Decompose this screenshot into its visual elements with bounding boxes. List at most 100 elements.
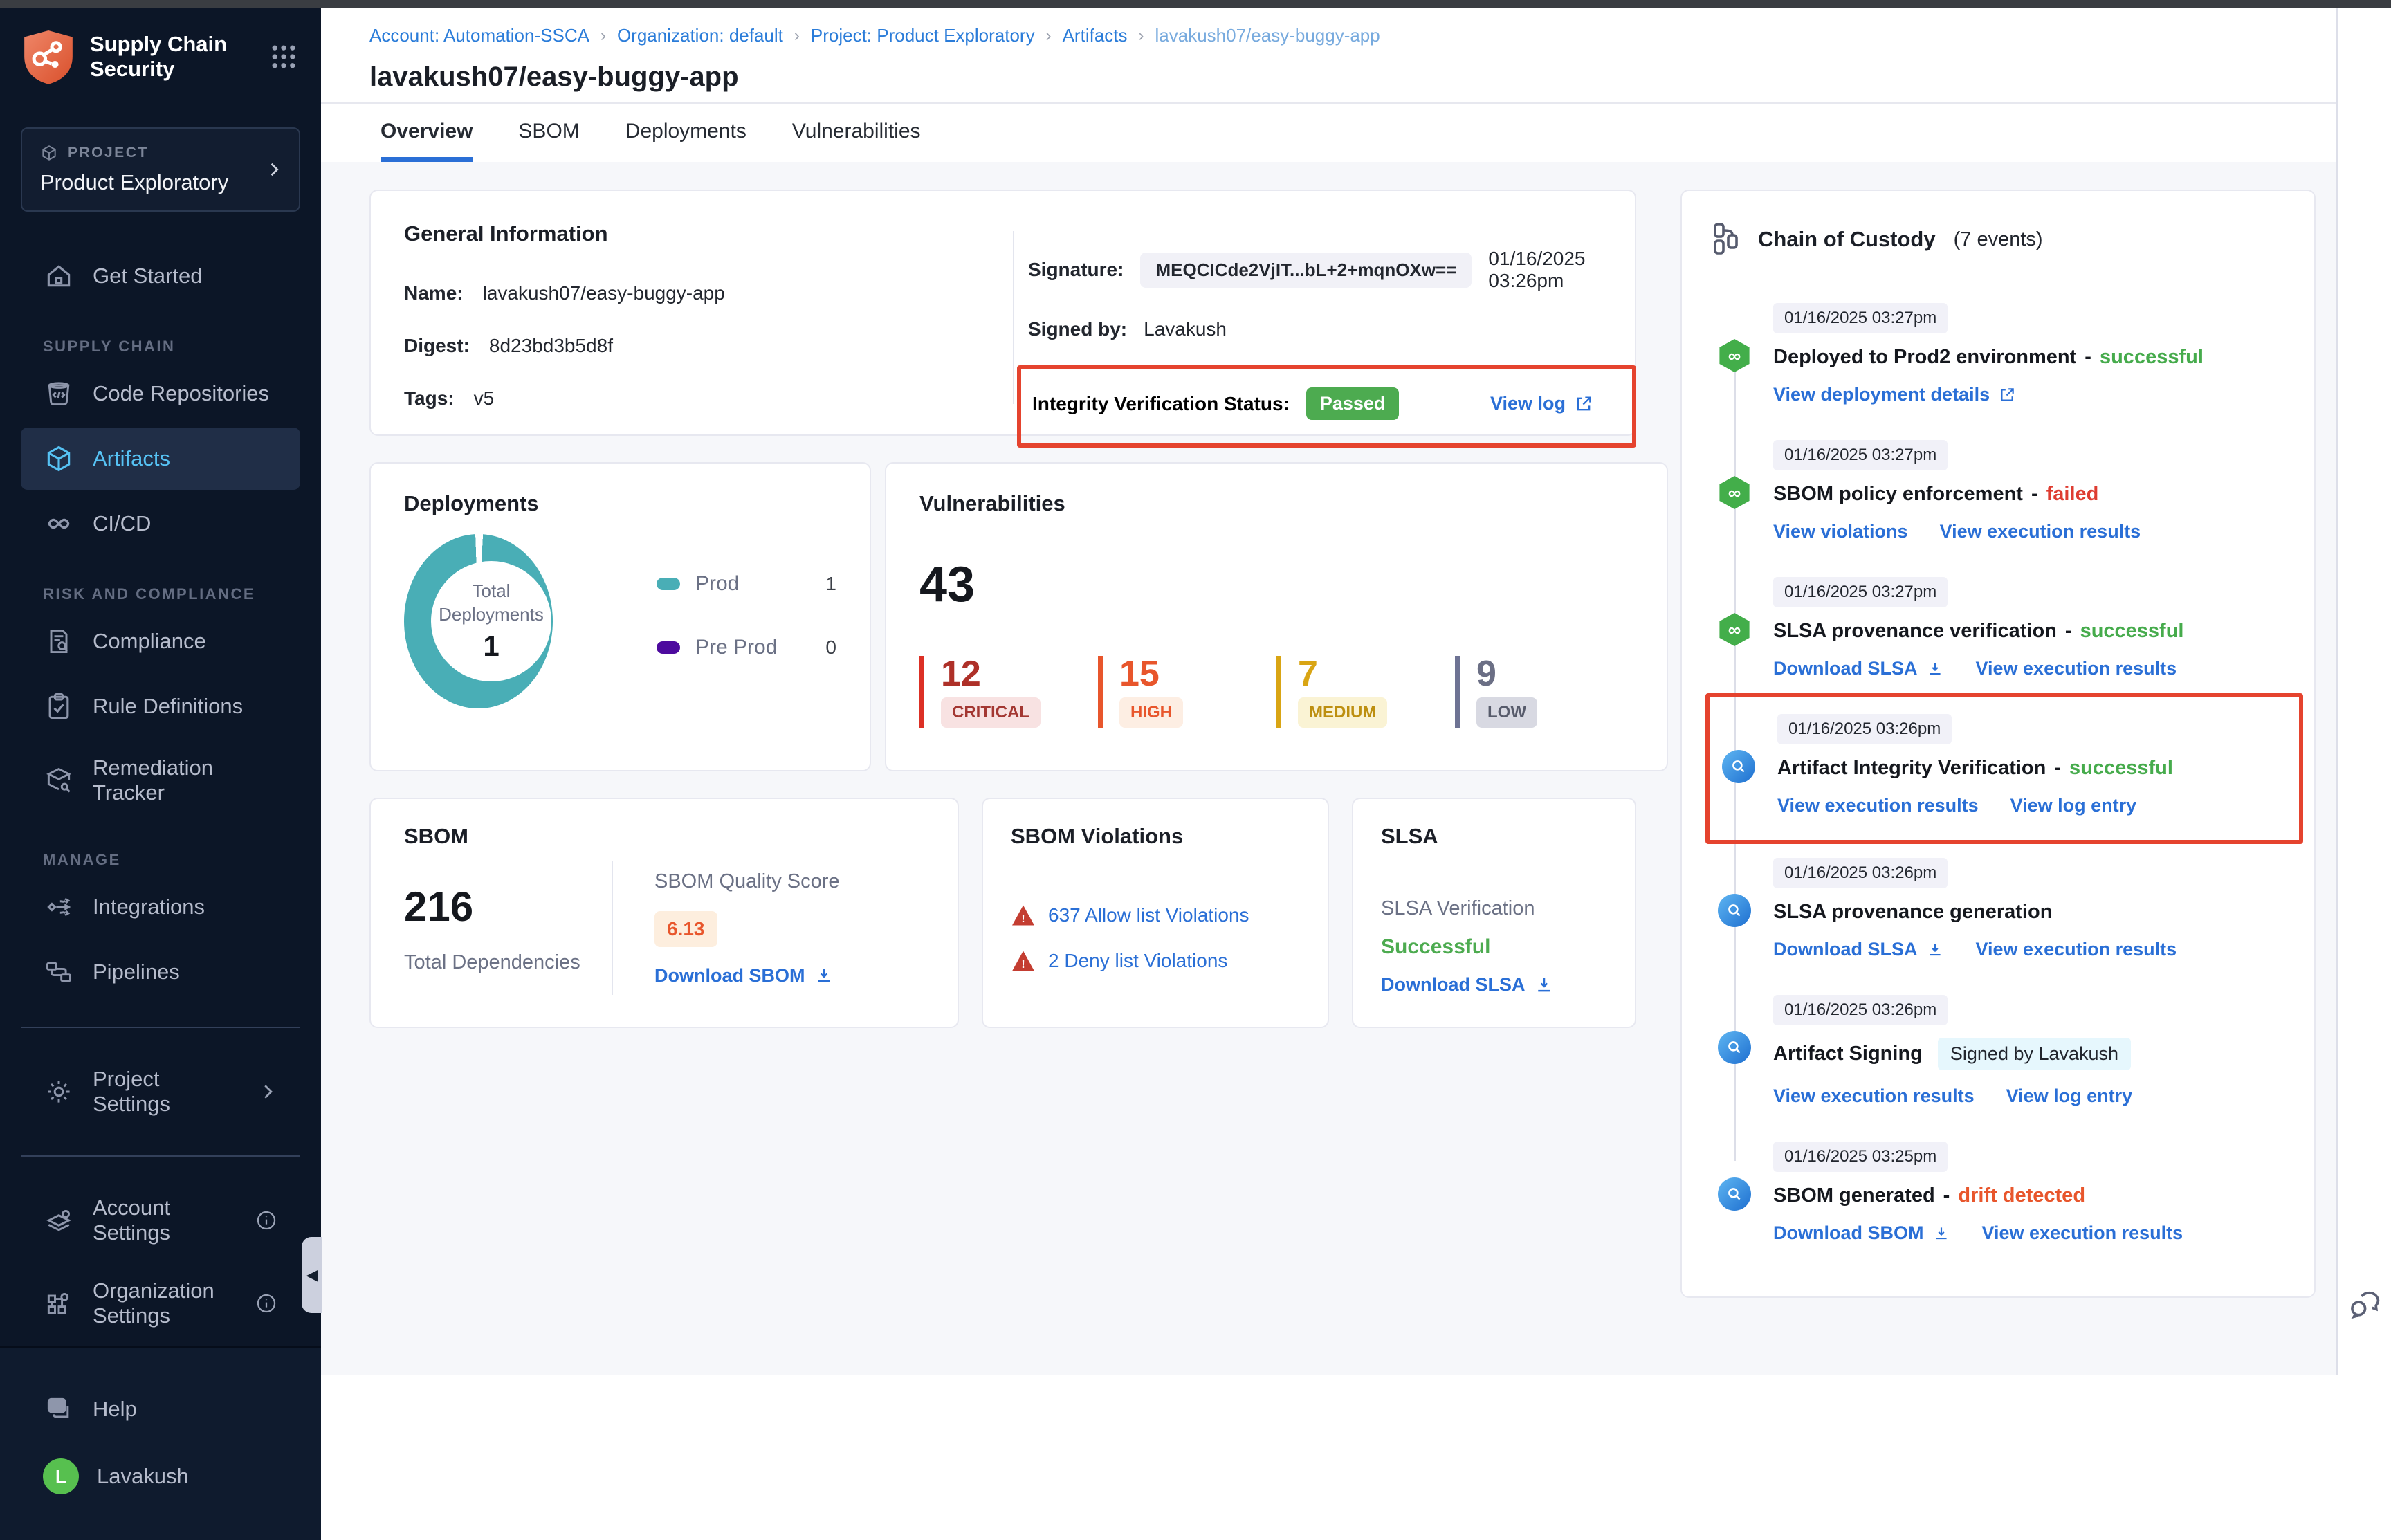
sidebar-item-compliance[interactable]: Compliance xyxy=(21,610,300,672)
sidebar-collapse-handle[interactable]: ◀ xyxy=(302,1237,322,1313)
page-header: Account: Automation-SSCA › Organization:… xyxy=(321,8,2336,104)
severity-high: 15 HIGH xyxy=(1098,656,1276,728)
breadcrumb-current[interactable]: lavakush07/easy-buggy-app xyxy=(1155,25,1380,46)
breadcrumb-project[interactable]: Project: Product Exploratory xyxy=(811,25,1035,46)
sidebar-item-rule-definitions[interactable]: Rule Definitions xyxy=(21,675,300,737)
digest-value: 8d23bd3b5d8f xyxy=(489,335,613,357)
external-link-icon xyxy=(1574,394,1593,414)
allow-list-violations-row: ! 637 Allow list Violations xyxy=(1011,904,1300,926)
sbom-total-dependencies: 216 xyxy=(404,883,612,931)
sidebar-item-remediation-tracker[interactable]: Remediation Tracker xyxy=(21,740,300,821)
view-log-entry-link[interactable]: View log entry xyxy=(2010,795,2137,816)
vulnerabilities-card: Vulnerabilities 43 12 CRITICAL 15 HIGH xyxy=(885,462,1668,771)
warning-triangle-icon: ! xyxy=(1011,904,1036,926)
sidebar-item-artifacts[interactable]: Artifacts xyxy=(21,428,300,490)
view-violations-link[interactable]: View violations xyxy=(1773,521,1908,542)
svg-text:!: ! xyxy=(1021,959,1025,971)
scan-event-icon xyxy=(1722,750,1755,783)
breadcrumb: Account: Automation-SSCA › Organization:… xyxy=(369,25,2336,46)
sidebar-item-label: Account Settings xyxy=(93,1195,237,1245)
window-top-strip xyxy=(0,0,2391,8)
remediation-tracker-icon xyxy=(43,764,75,796)
download-icon xyxy=(1932,1225,1950,1243)
sidebar-item-label: Artifacts xyxy=(93,446,170,471)
project-cube-icon xyxy=(40,144,58,162)
sidebar-bottom-section: ? Help L Lavakush xyxy=(0,1346,321,1540)
tab-vulnerabilities[interactable]: Vulnerabilities xyxy=(792,120,921,162)
svg-text:?: ? xyxy=(54,1401,60,1412)
card-title: SBOM Violations xyxy=(1011,824,1300,849)
breadcrumb-organization[interactable]: Organization: default xyxy=(617,25,783,46)
gear-icon xyxy=(43,1076,75,1108)
info-icon[interactable] xyxy=(255,1209,278,1232)
breadcrumb-separator: › xyxy=(794,26,800,46)
view-deployment-details-link[interactable]: View deployment details xyxy=(1773,384,2016,405)
app-switcher-grid-icon[interactable] xyxy=(268,42,299,72)
pipeline-event-icon: ∞ xyxy=(1718,476,1751,509)
view-execution-results-link[interactable]: View execution results xyxy=(1976,939,2177,960)
slsa-verification-status: Successful xyxy=(1381,935,1607,959)
integrity-label: Integrity Verification Status: xyxy=(1032,393,1290,415)
sidebar-item-get-started[interactable]: Get Started xyxy=(21,245,300,307)
sidebar-item-code-repositories[interactable]: Code Repositories xyxy=(21,363,300,425)
view-execution-results-link[interactable]: View execution results xyxy=(1773,1085,1975,1107)
view-execution-results-link[interactable]: View execution results xyxy=(1982,1222,2183,1244)
sidebar-item-account-settings[interactable]: Account Settings xyxy=(21,1180,300,1261)
coc-event-slsa-provenance-verification: ∞ 01/16/2025 03:27pm SLSA provenance ver… xyxy=(1710,577,2287,679)
legend-item-pre-prod: Pre Prod 0 xyxy=(657,636,836,659)
severity-low: 9 LOW xyxy=(1455,656,1633,728)
donut-center-value: 1 xyxy=(483,630,499,663)
sidebar-item-pipelines[interactable]: Pipelines xyxy=(21,941,300,1003)
card-title: SLSA xyxy=(1381,824,1607,849)
sidebar: Supply Chain Security PROJECT Product Ex… xyxy=(0,0,321,1375)
tab-deployments[interactable]: Deployments xyxy=(625,120,746,162)
vertical-divider xyxy=(612,861,613,995)
tab-overview[interactable]: Overview xyxy=(381,120,473,162)
chat-support-icon[interactable] xyxy=(2347,1287,2383,1323)
download-icon xyxy=(814,965,834,986)
download-slsa-link[interactable]: Download SLSA xyxy=(1381,974,1607,996)
sidebar-item-cicd[interactable]: CI/CD xyxy=(21,493,300,555)
signature-timestamp: 01/16/2025 03:26pm xyxy=(1488,248,1602,292)
sidebar-item-label: Get Started xyxy=(93,264,203,288)
sidebar-item-integrations[interactable]: Integrations xyxy=(21,876,300,938)
deny-list-violations-link[interactable]: 2 Deny list Violations xyxy=(1048,950,1227,972)
project-selector[interactable]: PROJECT Product Exploratory xyxy=(21,127,300,212)
view-log-entry-link[interactable]: View log entry xyxy=(2006,1085,2133,1107)
name-label: Name: xyxy=(404,282,464,304)
sidebar-item-label: Integrations xyxy=(93,895,205,919)
user-name: Lavakush xyxy=(97,1464,189,1489)
page-title: lavakush07/easy-buggy-app xyxy=(369,62,2336,93)
event-timestamp: 01/16/2025 03:26pm xyxy=(1773,995,1948,1025)
signed-by-value: Lavakush xyxy=(1144,318,1227,340)
download-slsa-link[interactable]: Download SLSA xyxy=(1773,939,1944,960)
view-execution-results-link[interactable]: View execution results xyxy=(1940,521,2141,542)
sidebar-user[interactable]: L Lavakush xyxy=(21,1443,300,1510)
download-sbom-link[interactable]: Download SBOM xyxy=(654,965,840,987)
breadcrumb-account[interactable]: Account: Automation-SSCA xyxy=(369,25,589,46)
donut-center-label: Total xyxy=(473,580,511,603)
view-execution-results-link[interactable]: View execution results xyxy=(1777,795,1979,816)
breadcrumb-artifacts[interactable]: Artifacts xyxy=(1063,25,1128,46)
coc-event-sbom-policy-enforcement: ∞ 01/16/2025 03:27pm SBOM policy enforce… xyxy=(1710,440,2287,542)
download-sbom-link[interactable]: Download SBOM xyxy=(1773,1222,1950,1244)
app-title: Supply Chain Security xyxy=(90,32,242,81)
tab-sbom[interactable]: SBOM xyxy=(518,120,579,162)
allow-list-violations-link[interactable]: 637 Allow list Violations xyxy=(1048,904,1249,926)
info-icon[interactable] xyxy=(255,1292,278,1315)
sbom-violations-card: SBOM Violations ! 637 Allow list Violati… xyxy=(982,798,1329,1028)
compliance-document-icon xyxy=(43,625,75,657)
sidebar-item-label: Remediation Tracker xyxy=(93,755,278,805)
view-execution-results-link[interactable]: View execution results xyxy=(1976,658,2177,679)
legend-swatch xyxy=(657,578,680,590)
home-icon xyxy=(43,260,75,292)
event-status: successful xyxy=(2100,346,2204,369)
sidebar-item-organization-settings[interactable]: Organization Settings xyxy=(21,1263,300,1344)
download-slsa-link[interactable]: Download SLSA xyxy=(1773,658,1944,679)
view-log-link[interactable]: View log xyxy=(1490,393,1593,414)
sidebar-item-label: Rule Definitions xyxy=(93,694,243,719)
sidebar-item-project-settings[interactable]: Project Settings xyxy=(21,1052,300,1132)
coc-event-sbom-generated: 01/16/2025 03:25pm SBOM generated - drif… xyxy=(1710,1142,2287,1244)
panel-title: Chain of Custody xyxy=(1758,227,1936,252)
sidebar-item-help[interactable]: ? Help xyxy=(21,1378,300,1440)
